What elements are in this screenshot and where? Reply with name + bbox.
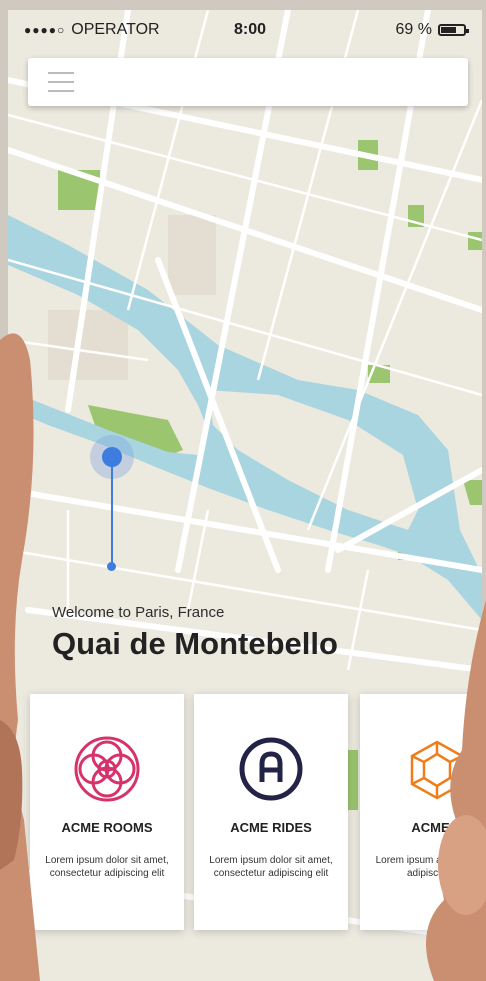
card-description: Lorem ipsum dolor sit amet, consectetur … <box>45 855 169 879</box>
carrier-group: ●●●●○ OPERATOR <box>24 21 160 39</box>
battery-nub <box>466 29 469 33</box>
card-title: ACME RIDES <box>230 820 312 835</box>
right-thumb <box>426 600 486 981</box>
left-hand <box>0 333 40 981</box>
battery-group: 69 % <box>395 21 469 39</box>
search-bar[interactable] <box>28 58 468 106</box>
carrier-name: OPERATOR <box>71 21 160 38</box>
card-description: Lorem ipsum dolor sit amet, consectetur … <box>209 855 333 879</box>
clock: 8:00 <box>234 21 267 38</box>
map-park <box>468 232 482 250</box>
map-block <box>48 310 128 380</box>
welcome-text: Welcome to Paris, France <box>52 604 225 621</box>
signal-strength-icon: ●●●●○ <box>24 23 66 37</box>
screen: ●●●●○ OPERATOR 8:00 69 % Welcome to Pari… <box>0 0 486 981</box>
flower-icon <box>74 736 140 802</box>
status-bar: ●●●●○ OPERATOR 8:00 69 % <box>8 10 482 50</box>
battery-icon <box>438 24 469 36</box>
card-acme-rides[interactable]: ACME RIDES Lorem ipsum dolor sit amet, c… <box>194 694 348 930</box>
current-location-pin[interactable] <box>102 447 122 467</box>
map-block <box>168 215 216 295</box>
place-title: Quai de Montebello <box>52 626 338 661</box>
location-pin-line <box>111 462 113 566</box>
hamburger-icon[interactable] <box>48 72 74 92</box>
battery-percentage: 69 % <box>395 21 432 38</box>
location-pin-anchor <box>107 562 116 571</box>
letter-a-icon <box>239 737 303 801</box>
battery-fill <box>441 27 457 33</box>
